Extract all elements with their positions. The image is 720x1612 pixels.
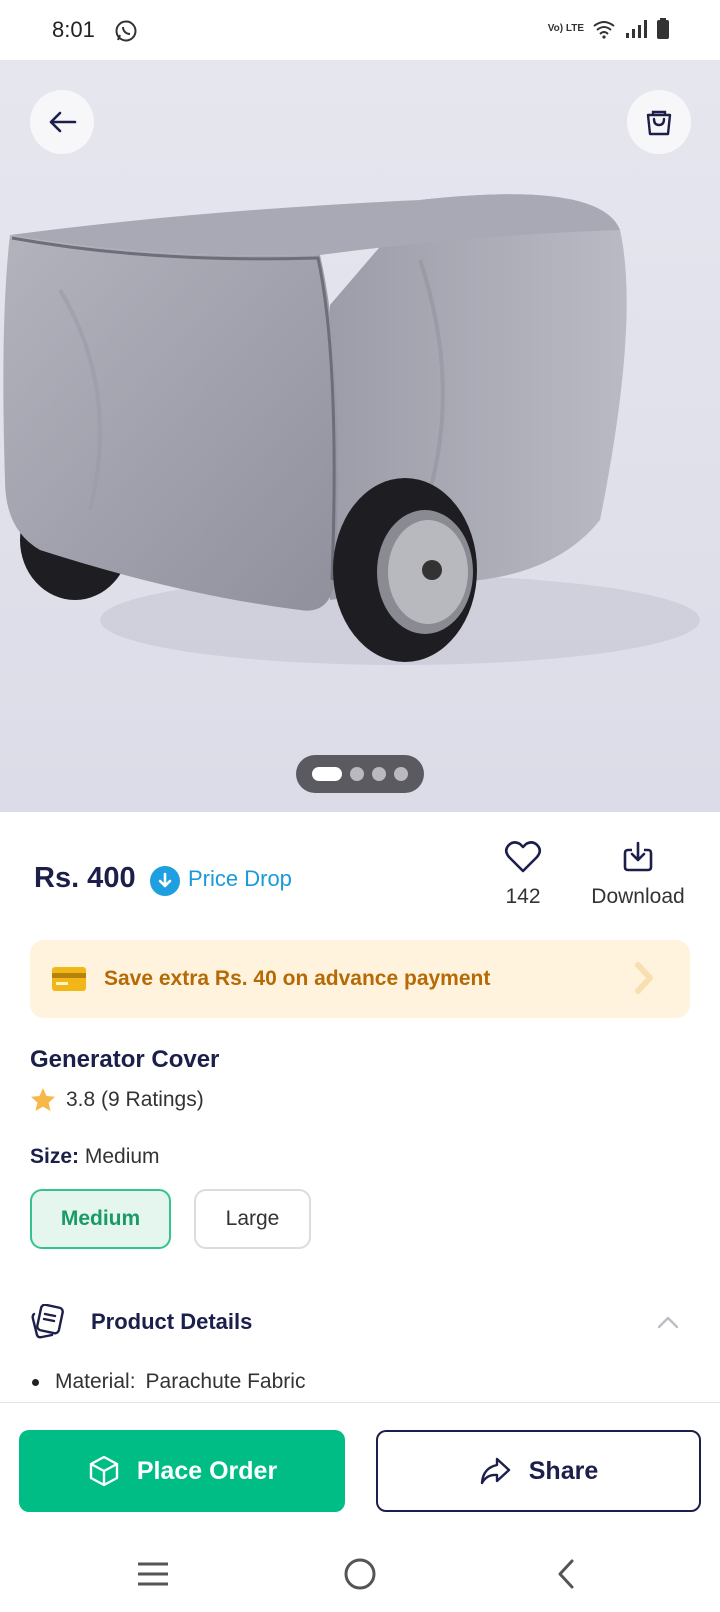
shopping-bag-icon: [646, 110, 672, 136]
menu-lines-icon: [138, 1562, 168, 1586]
carousel-dot-2[interactable]: [350, 767, 364, 781]
home-circle-icon: [344, 1558, 376, 1590]
detail-key: Material:: [55, 1370, 136, 1393]
product-details-heading[interactable]: Product Details: [91, 1309, 252, 1335]
star-icon: [31, 1088, 55, 1111]
product-image-carousel[interactable]: [0, 60, 720, 812]
box-icon: [89, 1455, 119, 1487]
place-order-button[interactable]: Place Order: [19, 1430, 345, 1512]
battery-icon: [657, 18, 669, 39]
rating-text: 3.8 (9 Ratings): [66, 1088, 204, 1111]
download-icon: [623, 841, 653, 872]
cart-button[interactable]: [627, 90, 691, 154]
size-label: Size: Medium: [30, 1145, 160, 1169]
advance-payment-offer[interactable]: Save extra Rs. 40 on advance payment: [30, 940, 690, 1018]
bullet: [32, 1378, 39, 1386]
product-image: [0, 60, 720, 812]
signal-icon: [626, 20, 647, 38]
share-label: Share: [528, 1456, 599, 1485]
price-drop-label: Price Drop: [188, 866, 292, 891]
whatsapp-icon: [115, 20, 137, 42]
chevron-right-icon: [635, 962, 653, 994]
system-back-button[interactable]: [546, 1554, 586, 1594]
carousel-indicator[interactable]: [296, 755, 424, 793]
wishlist-count: 142: [505, 885, 541, 908]
share-button[interactable]: Share: [376, 1430, 701, 1512]
status-bar: 8:01 Vo) LTE: [0, 0, 720, 60]
bottom-action-bar: Place Order Share: [0, 1402, 720, 1532]
place-order-label: Place Order: [136, 1456, 278, 1485]
heart-icon: [504, 841, 542, 873]
size-option-medium[interactable]: Medium: [30, 1189, 171, 1249]
product-price: Rs. 400: [34, 862, 136, 894]
size-label-key: Size:: [30, 1145, 80, 1168]
system-nav-bar: [0, 1532, 720, 1612]
product-detail-item: Material: Parachute Fabric: [30, 1370, 305, 1394]
download-label: Download: [591, 885, 685, 908]
offer-text: Save extra Rs. 40 on advance payment: [104, 967, 491, 990]
volte-label: Vo) LTE: [547, 23, 584, 34]
chevron-left-icon: [558, 1559, 574, 1589]
download-button[interactable]: Download: [580, 840, 696, 909]
recent-apps-button[interactable]: [133, 1554, 173, 1594]
share-arrow-icon: [480, 1457, 510, 1485]
product-details-icon: [31, 1304, 64, 1339]
chevron-up-icon[interactable]: [656, 1314, 680, 1330]
arrow-left-icon: [49, 111, 77, 133]
carousel-dot-3[interactable]: [372, 767, 386, 781]
detail-value: Parachute Fabric: [145, 1370, 306, 1393]
carousel-dot-4[interactable]: [394, 767, 408, 781]
back-button[interactable]: [30, 90, 94, 154]
price-drop-icon: [150, 866, 180, 896]
status-time: 8:01: [52, 17, 95, 42]
credit-card-icon: [52, 967, 86, 991]
size-option-large[interactable]: Large: [194, 1189, 311, 1249]
product-title: Generator Cover: [30, 1046, 220, 1073]
home-button[interactable]: [340, 1554, 380, 1594]
size-selected-value: Medium: [84, 1145, 160, 1168]
product-rating[interactable]: 3.8 (9 Ratings): [30, 1087, 204, 1113]
wishlist-button[interactable]: 142: [488, 840, 558, 909]
status-icons: Vo) LTE: [548, 18, 670, 40]
wifi-icon: [593, 21, 615, 39]
carousel-dot-1[interactable]: [312, 767, 342, 781]
